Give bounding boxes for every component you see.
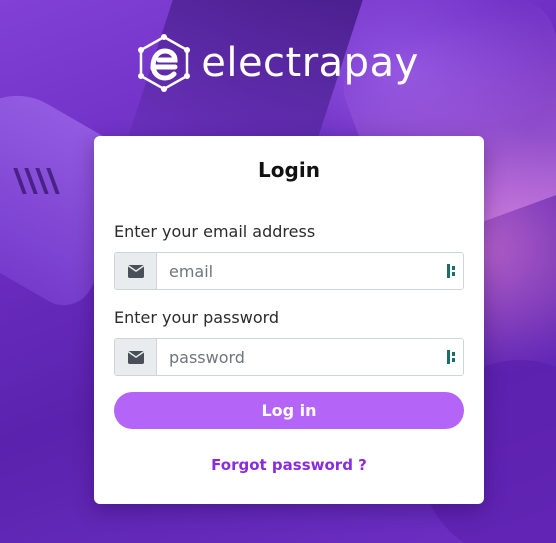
envelope-icon — [127, 350, 144, 364]
password-input[interactable] — [157, 339, 441, 375]
password-addon — [115, 339, 157, 375]
email-addon — [115, 253, 157, 289]
email-input[interactable] — [157, 253, 441, 289]
login-card: Login Enter your email address Enter you… — [94, 136, 484, 504]
password-label: Enter your password — [114, 308, 280, 327]
password-manager-icon — [447, 350, 455, 364]
password-manager-icon — [447, 264, 455, 278]
forgot-password-link[interactable]: Forgot password ? — [94, 456, 484, 474]
email-label: Enter your email address — [114, 222, 316, 241]
envelope-icon — [127, 264, 144, 278]
login-button[interactable]: Log in — [114, 392, 464, 429]
login-title: Login — [258, 158, 320, 182]
password-password-manager-icon[interactable] — [441, 339, 463, 375]
password-input-group — [114, 338, 464, 376]
brand-name: electrapay — [201, 40, 419, 86]
email-input-group — [114, 252, 464, 290]
brand-logo: electrapay — [0, 34, 556, 92]
email-password-manager-icon[interactable] — [441, 253, 463, 289]
electrapay-logo-icon — [138, 34, 191, 92]
